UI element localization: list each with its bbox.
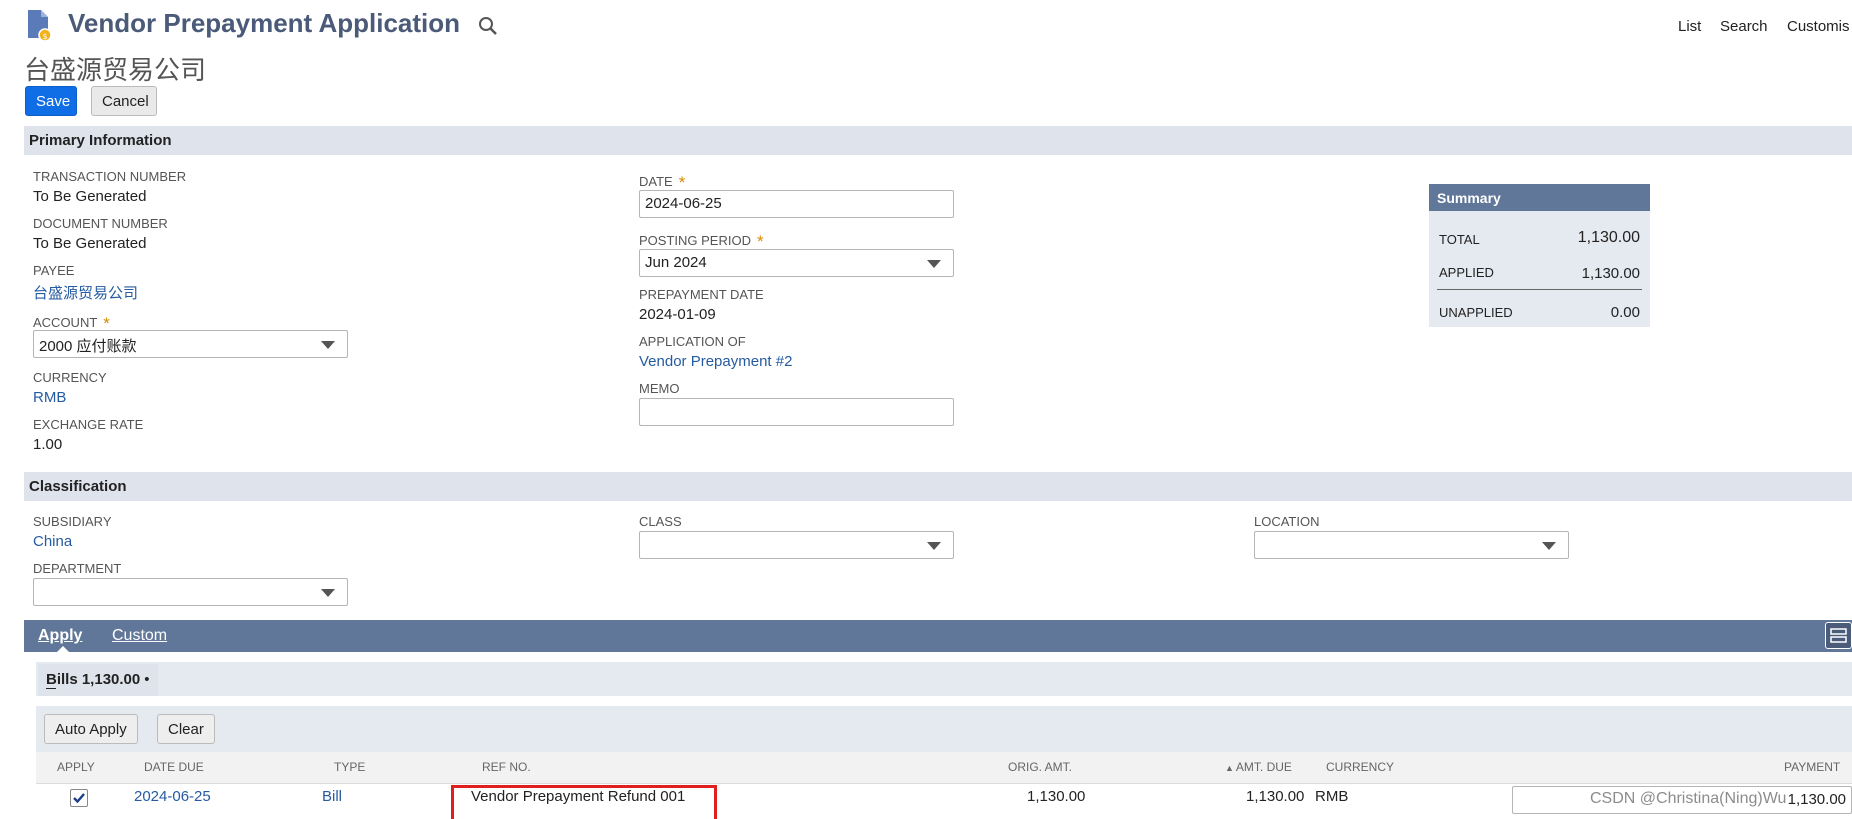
currency-link[interactable]: RMB xyxy=(33,389,66,406)
tab-custom[interactable]: Custom xyxy=(112,627,167,645)
row-date-due[interactable]: 2024-06-25 xyxy=(134,788,211,805)
summary-box: Summary TOTAL 1,130.00 APPLIED 1,130.00 … xyxy=(1429,184,1650,327)
subtab-bar xyxy=(24,620,1852,652)
primary-info-section-header[interactable]: Primary Information xyxy=(24,126,1852,155)
row-ref-no: Vendor Prepayment Refund 001 xyxy=(471,788,686,805)
col-date-due[interactable]: DATE DUE xyxy=(144,760,204,774)
exchange-rate-value: 1.00 xyxy=(33,436,63,453)
layout-toggle-icon[interactable] xyxy=(1825,622,1852,649)
summary-unapplied-value: 0.00 xyxy=(1610,304,1640,321)
account-label: ACCOUNT * xyxy=(33,314,110,333)
tab-apply-pointer xyxy=(57,646,69,652)
department-select[interactable] xyxy=(33,578,348,606)
col-ref-no[interactable]: REF NO. xyxy=(482,760,531,774)
account-value: 2000 应付账款 xyxy=(39,338,137,355)
summary-applied-label: APPLIED xyxy=(1439,265,1494,280)
account-select[interactable]: 2000 应付账款 xyxy=(33,330,348,358)
bills-table-header xyxy=(36,752,1852,784)
row-orig-amt: 1,130.00 xyxy=(1027,788,1086,805)
department-label: DEPARTMENT xyxy=(33,561,122,576)
cancel-button[interactable]: Cancel xyxy=(91,86,157,116)
transaction-number-label: TRANSACTION NUMBER xyxy=(33,169,187,184)
date-value: 2024-06-25 xyxy=(645,195,722,212)
record-icon: $ xyxy=(26,8,52,42)
subsidiary-link[interactable]: China xyxy=(33,533,72,550)
col-apply[interactable]: APPLY xyxy=(57,760,95,774)
nav-list[interactable]: List xyxy=(1678,18,1701,35)
currency-label: CURRENCY xyxy=(33,370,107,385)
page-title: Vendor Prepayment Application xyxy=(68,8,461,38)
bills-subtab[interactable]: Bills 1,130.00 • xyxy=(38,664,158,696)
col-payment[interactable]: PAYMENT xyxy=(1784,760,1840,774)
exchange-rate-label: EXCHANGE RATE xyxy=(33,417,144,432)
save-button[interactable]: Save xyxy=(25,86,77,116)
row-type[interactable]: Bill xyxy=(322,788,342,805)
row-currency: RMB xyxy=(1315,788,1349,805)
payee-link[interactable]: 台盛源贸易公司 xyxy=(33,282,138,303)
summary-total-value: 1,130.00 xyxy=(1577,229,1640,246)
col-orig-amt[interactable]: ORIG. AMT. xyxy=(1008,760,1072,774)
memo-field[interactable] xyxy=(639,398,954,426)
application-of-link[interactable]: Vendor Prepayment #2 xyxy=(639,353,792,370)
nav-search[interactable]: Search xyxy=(1720,18,1768,35)
auto-apply-button[interactable]: Auto Apply xyxy=(44,714,138,744)
bills-subtab-underline xyxy=(46,688,56,689)
document-number-value: To Be Generated xyxy=(33,235,147,252)
summary-total-label: TOTAL xyxy=(1439,232,1480,247)
class-select[interactable] xyxy=(639,531,954,559)
bills-toolbar xyxy=(36,706,1852,752)
bills-subtab-label: Bills 1,130.00 xyxy=(46,671,141,688)
col-currency[interactable]: CURRENCY xyxy=(1326,760,1394,774)
class-label: CLASS xyxy=(639,514,682,529)
document-number-label: DOCUMENT NUMBER xyxy=(33,216,168,231)
col-amt-due[interactable]: ▲ AMT. DUE xyxy=(1225,760,1292,774)
watermark: CSDN @Christina(Ning)Wu xyxy=(1590,790,1787,807)
location-label: LOCATION xyxy=(1254,514,1320,529)
payment-value: 1,130.00 xyxy=(1787,791,1846,808)
clear-button[interactable]: Clear xyxy=(157,714,215,744)
posting-period-value: Jun 2024 xyxy=(645,254,707,271)
tab-apply[interactable]: Apply xyxy=(38,627,82,645)
nav-customise[interactable]: Customis xyxy=(1787,18,1850,35)
summary-unapplied-label: UNAPPLIED xyxy=(1439,305,1513,320)
prepayment-date-label: PREPAYMENT DATE xyxy=(639,287,764,302)
bills-subtab-strip xyxy=(36,662,1852,696)
search-icon[interactable] xyxy=(478,16,498,36)
apply-checkbox[interactable] xyxy=(70,789,88,807)
classification-section-header[interactable]: Classification xyxy=(24,472,1852,501)
posting-period-select[interactable]: Jun 2024 xyxy=(639,249,954,277)
memo-label: MEMO xyxy=(639,381,680,396)
date-label: DATE * xyxy=(639,173,686,192)
row-amt-due: 1,130.00 xyxy=(1246,788,1305,805)
posting-period-label: POSTING PERIOD * xyxy=(639,232,764,251)
location-select[interactable] xyxy=(1254,531,1569,559)
date-field[interactable]: 2024-06-25 xyxy=(639,190,954,218)
col-type[interactable]: TYPE xyxy=(334,760,365,774)
subsidiary-label: SUBSIDIARY xyxy=(33,514,112,529)
summary-divider xyxy=(1437,289,1642,290)
svg-text:$: $ xyxy=(42,32,47,41)
payee-label: PAYEE xyxy=(33,263,75,278)
application-of-label: APPLICATION OF xyxy=(639,334,746,349)
transaction-number-value: To Be Generated xyxy=(33,188,147,205)
summary-title: Summary xyxy=(1429,184,1650,211)
summary-applied-value: 1,130.00 xyxy=(1581,265,1640,282)
prepayment-date-value: 2024-01-09 xyxy=(639,306,716,323)
sort-asc-icon: ▲ xyxy=(1225,763,1234,773)
vendor-name: 台盛源贸易公司 xyxy=(24,55,207,85)
